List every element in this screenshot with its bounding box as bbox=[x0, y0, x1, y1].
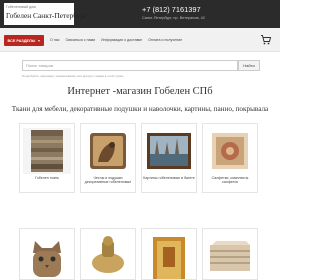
category-label: Картины гобеленовые в багете bbox=[143, 176, 195, 180]
category-card-decor[interactable] bbox=[80, 228, 136, 280]
search-button[interactable]: Найти bbox=[238, 60, 260, 71]
top-header: Гобеленовый дом Гобелен Санкт-Петербург … bbox=[0, 0, 280, 28]
store-address: Санкт-Петербург, пр. Ветеранов, 42 bbox=[142, 16, 205, 20]
category-label: Гобелен ткань bbox=[35, 176, 59, 180]
nav-link-about[interactable]: О нас bbox=[50, 38, 60, 42]
shopping-cart-icon[interactable] bbox=[260, 34, 272, 46]
tapestry-fabric-image bbox=[23, 128, 71, 174]
nav-link-delivery[interactable]: Информация о доставке bbox=[101, 38, 142, 42]
nav-link-contact[interactable]: Связаться с нами bbox=[66, 38, 96, 42]
main-navigation: ВСЕ РАЗДЕЛЫ ▼ О нас Связаться с нами Инф… bbox=[0, 28, 280, 52]
category-card-rugs[interactable] bbox=[141, 228, 197, 280]
chevron-down-icon: ▼ bbox=[37, 38, 41, 43]
search-hint: Попробуйте, например: наименование или а… bbox=[22, 74, 124, 78]
store-name: Гобелен Санкт-Петербург bbox=[6, 11, 88, 20]
store-logo[interactable]: Гобеленовый дом Гобелен Санкт-Петербург bbox=[4, 3, 87, 25]
decor-image bbox=[84, 233, 132, 279]
phone-number[interactable]: +7 (812) 7161397 bbox=[142, 5, 205, 14]
all-sections-label: ВСЕ РАЗДЕЛЫ bbox=[7, 38, 36, 43]
nav-link-payment[interactable]: Оплата и получение bbox=[148, 38, 182, 42]
napkin-image bbox=[206, 128, 254, 174]
all-sections-button[interactable]: ВСЕ РАЗДЕЛЫ ▼ bbox=[4, 35, 44, 46]
category-card-bedspreads[interactable] bbox=[202, 228, 258, 280]
page-title: Интернет -магазин Гобелен СПб bbox=[67, 86, 213, 97]
store-tagline: Гобеленовый дом bbox=[6, 5, 36, 9]
contact-block: +7 (812) 7161397 Санкт-Петербург, пр. Ве… bbox=[142, 5, 205, 20]
rug-image bbox=[145, 233, 193, 279]
category-card-framed-pictures[interactable]: Картины гобеленовые в багете bbox=[141, 123, 197, 193]
search-input[interactable]: Поиск товаров bbox=[22, 60, 238, 71]
bedspread-image bbox=[206, 233, 254, 279]
cat-toy-image bbox=[23, 233, 71, 279]
category-label: Чехлы и подушки декоративные гобеленовые bbox=[84, 176, 132, 185]
category-card-toys[interactable] bbox=[19, 228, 75, 280]
category-card-cushions[interactable]: Чехлы и подушки декоративные гобеленовые bbox=[80, 123, 136, 193]
search-bar: Поиск товаров Найти bbox=[22, 60, 260, 71]
page-subtitle: Ткани для мебели, декоративные подушки и… bbox=[11, 105, 269, 113]
category-card-tapestry-fabric[interactable]: Гобелен ткань bbox=[19, 123, 75, 193]
cushion-image bbox=[84, 128, 132, 174]
nav-links: О нас Связаться с нами Информация о дост… bbox=[50, 38, 182, 42]
framed-picture-image bbox=[145, 128, 193, 174]
category-card-napkins[interactable]: Салфетки, комплекты салфеток bbox=[202, 123, 258, 193]
category-label: Салфетки, комплекты салфеток bbox=[211, 176, 249, 185]
